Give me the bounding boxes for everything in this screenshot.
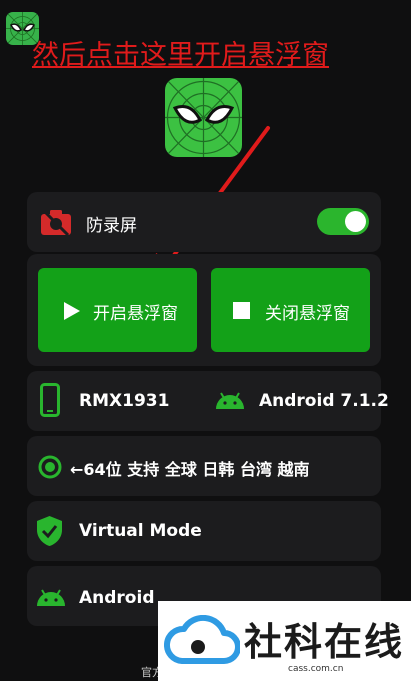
android-label: Android — [79, 588, 155, 608]
camera-off-icon — [40, 208, 72, 240]
device-model: RMX1931 — [79, 391, 170, 411]
cloud-logo-icon — [164, 615, 240, 664]
android-version: Android 7.1.2 — [259, 391, 389, 411]
stop-float-window-label: 关闭悬浮窗 — [265, 304, 350, 324]
start-float-window-label: 开启悬浮窗 — [93, 304, 178, 324]
stop-icon — [233, 302, 250, 319]
toggle-knob — [345, 211, 366, 232]
play-icon — [64, 302, 80, 320]
phone-icon — [40, 383, 60, 421]
android-icon — [35, 588, 67, 612]
screen-protect-label: 防录屏 — [86, 216, 137, 236]
watermark: 社科在线 cass.com.cn — [158, 601, 411, 681]
watermark-title: 社科在线 — [244, 620, 405, 664]
shield-check-icon — [36, 515, 63, 551]
android-icon — [214, 391, 246, 415]
screen-protect-toggle[interactable] — [317, 208, 369, 235]
region-support-text: ←64位 支持 全球 日韩 台湾 越南 — [70, 460, 310, 479]
watermark-url: cass.com.cn — [288, 664, 344, 674]
start-float-window-button[interactable]: 开启悬浮窗 — [38, 268, 197, 352]
stop-float-window-button[interactable]: 关闭悬浮窗 — [211, 268, 370, 352]
radio-icon — [38, 455, 62, 483]
virtual-mode-label: Virtual Mode — [79, 521, 202, 541]
